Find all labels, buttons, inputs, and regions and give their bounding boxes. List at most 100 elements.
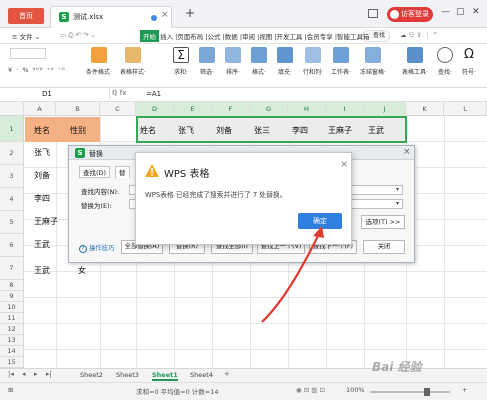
column-header-g[interactable]: G: [250, 102, 288, 116]
column-header-h[interactable]: H: [288, 102, 326, 116]
row-header[interactable]: 15: [0, 357, 24, 368]
replace-dialog-title: 替换: [89, 150, 103, 158]
cell-d1[interactable]: 姓名: [140, 125, 156, 136]
column-header-f[interactable]: F: [212, 102, 250, 116]
minimize-icon[interactable]: —: [441, 7, 450, 17]
cell-j1[interactable]: 王武: [368, 125, 384, 136]
row-header[interactable]: 9: [0, 291, 24, 302]
row-header[interactable]: 13: [0, 335, 24, 346]
close-button[interactable]: 关闭: [363, 240, 405, 254]
options-button[interactable]: 选项(T) >>: [361, 215, 405, 229]
row-header[interactable]: 7: [0, 257, 24, 280]
column-header-k[interactable]: K: [406, 102, 444, 116]
cell-e1[interactable]: 张飞: [178, 125, 194, 136]
freeze-panes-button[interactable]: 冻结窗格·: [356, 44, 390, 76]
column-header-d[interactable]: D: [136, 102, 174, 116]
column-header-c[interactable]: C: [100, 102, 136, 116]
fill-icon: [277, 47, 293, 63]
sheet-tab-sheet4[interactable]: Sheet4: [190, 371, 213, 379]
new-tab-icon[interactable]: +: [185, 6, 195, 20]
find-label: 查找内容(N):: [81, 188, 120, 196]
zoom-in-icon[interactable]: +: [462, 386, 467, 394]
row-header[interactable]: 4: [0, 188, 24, 211]
cell-f1[interactable]: 刘备: [216, 125, 232, 136]
table-style-button[interactable]: 表格样式·: [116, 44, 150, 76]
table-tools-button[interactable]: 表格工具·: [398, 44, 432, 76]
chevron-down-icon[interactable]: ▾: [396, 186, 399, 193]
ime-icon: ⊞: [8, 386, 14, 394]
close-icon[interactable]: ×: [403, 147, 411, 157]
ok-button[interactable]: 确定: [298, 213, 342, 229]
sheet-tab-sheet1[interactable]: Sheet1: [152, 371, 178, 381]
prev-sheet-icon[interactable]: ◂: [22, 370, 26, 378]
conditional-format-button[interactable]: 条件格式·: [82, 44, 116, 76]
menu-tabs[interactable]: 插入 |页面布局 |公式 |数据 |审阅 |视图 |开发工具 |会员专享 |智能…: [160, 31, 370, 41]
sheet-tab-sheet3[interactable]: Sheet3: [116, 371, 139, 379]
view-mode-icons[interactable]: ◉ ⊟ ▥ ⊡: [296, 386, 325, 394]
cell-a5[interactable]: 王麻子: [34, 216, 58, 227]
column-header-j[interactable]: J: [364, 102, 406, 116]
tips-label: 操作技巧: [89, 245, 115, 252]
menu-start[interactable]: 开始: [140, 30, 159, 42]
maximize-icon[interactable]: ▢: [456, 7, 465, 17]
last-sheet-icon[interactable]: ▸|: [46, 370, 52, 378]
tab-replace[interactable]: 替: [115, 166, 130, 178]
row-header[interactable]: 10: [0, 302, 24, 313]
first-sheet-icon[interactable]: |◂: [8, 370, 14, 378]
chevron-down-icon[interactable]: ▾: [396, 200, 399, 207]
cell-b1[interactable]: 性别: [70, 125, 86, 136]
name-box[interactable]: D1: [10, 89, 110, 100]
row-header[interactable]: 3: [0, 165, 24, 188]
close-icon[interactable]: ×: [340, 159, 348, 170]
tips-link[interactable]: ? 操作技巧: [79, 243, 114, 253]
file-menu[interactable]: ≡ 文件 ⌄: [12, 31, 40, 41]
formula-bar: D1 ℚ fx =A1: [0, 88, 487, 102]
row-header[interactable]: 1: [0, 116, 24, 142]
formula-input[interactable]: =A1: [146, 90, 161, 98]
column-header-l[interactable]: L: [444, 102, 487, 116]
document-tab[interactable]: S 测试.xlsx ×: [50, 6, 172, 28]
row-header[interactable]: 11: [0, 313, 24, 324]
cell-a7[interactable]: 王武: [34, 265, 50, 276]
add-sheet-icon[interactable]: +: [224, 370, 230, 378]
tab-find[interactable]: 查找(D): [79, 166, 111, 178]
font-size-box[interactable]: [10, 48, 46, 59]
layout-icon[interactable]: [368, 9, 378, 18]
cloud-icons[interactable]: ☁ ⚇ ⇪ ⋮ ⌃: [400, 31, 438, 39]
number-format-row[interactable]: ¥ · % ⁰⁰⁰ ⁺⁰ ⁻⁰: [8, 66, 66, 74]
cell-i1[interactable]: 王麻子: [328, 125, 352, 136]
cell-a6[interactable]: 王武: [34, 239, 50, 250]
column-header-e[interactable]: E: [174, 102, 212, 116]
home-tab[interactable]: 首页: [8, 8, 44, 24]
symbol-button[interactable]: Ω 符号·: [452, 44, 486, 76]
row-header[interactable]: 14: [0, 346, 24, 357]
sheet-tab-sheet2[interactable]: Sheet2: [80, 371, 103, 379]
zoom-slider-handle[interactable]: [424, 388, 430, 396]
quick-access-icons[interactable]: ▭ ⎙ ↶ ↷ ⌄: [60, 31, 96, 40]
select-all-corner[interactable]: [0, 102, 24, 116]
row-header[interactable]: 6: [0, 234, 24, 257]
selected-range-border: [136, 116, 407, 143]
column-header-b[interactable]: B: [56, 102, 100, 116]
search-box[interactable]: 查找: [362, 30, 390, 42]
cell-a4[interactable]: 李四: [34, 193, 50, 204]
row-header[interactable]: 5: [0, 211, 24, 234]
column-header-a[interactable]: A: [24, 102, 56, 116]
cell-b7[interactable]: 女: [78, 265, 86, 276]
cell-a1[interactable]: 姓名: [34, 125, 50, 136]
cell-a2[interactable]: 张飞: [34, 147, 50, 158]
row-header[interactable]: 8: [0, 280, 24, 291]
cell-h1[interactable]: 李四: [292, 125, 308, 136]
cell-a3[interactable]: 刘备: [34, 170, 50, 181]
close-tab-icon[interactable]: ×: [161, 10, 169, 20]
login-button[interactable]: 访客登录: [387, 7, 433, 22]
cell-g1[interactable]: 张三: [254, 125, 270, 136]
row-header[interactable]: 2: [0, 142, 24, 165]
row-header[interactable]: 12: [0, 324, 24, 335]
column-header-i[interactable]: I: [326, 102, 364, 116]
close-window-icon[interactable]: ✕: [472, 7, 480, 17]
next-sheet-icon[interactable]: ▸: [34, 370, 38, 378]
zoom-slider[interactable]: [370, 391, 450, 393]
fx-icon[interactable]: ℚ fx: [112, 89, 126, 97]
worksheet-button[interactable]: 工作表·: [324, 44, 358, 76]
